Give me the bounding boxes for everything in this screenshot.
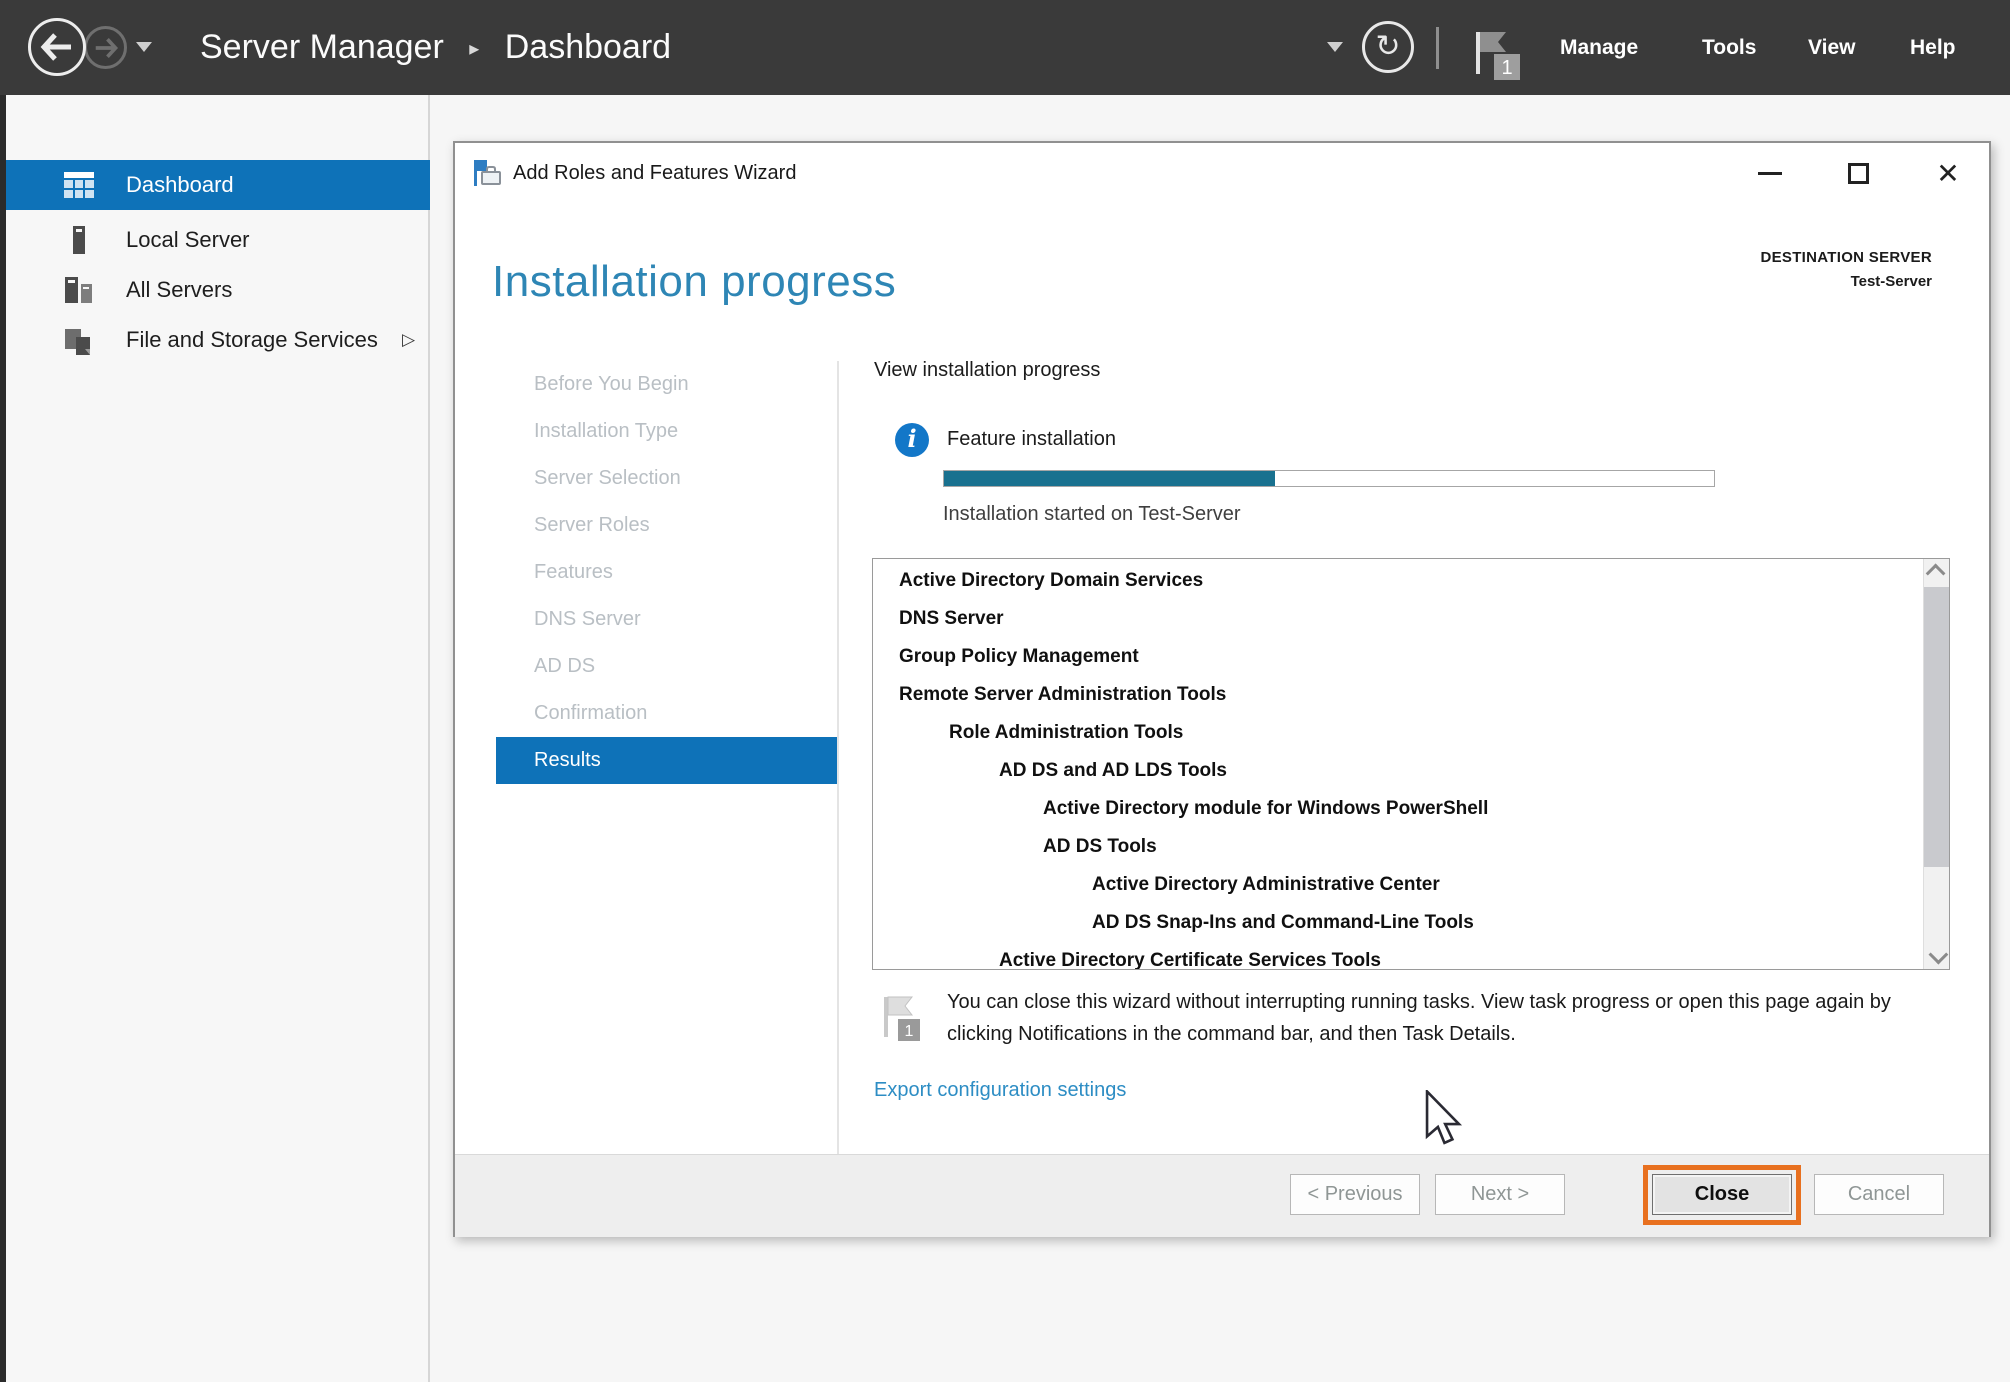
destination-server-block: DESTINATION SERVER Test-Server: [1760, 249, 1932, 290]
scrollbar-thumb[interactable]: [1924, 587, 1949, 867]
breadcrumb-page[interactable]: Dashboard: [505, 28, 671, 66]
chevron-down-icon: [1928, 945, 1948, 965]
close-button[interactable]: Close: [1652, 1174, 1792, 1215]
minimize-icon: [1758, 172, 1782, 175]
list-item: AD DS and AD LDS Tools: [873, 752, 1922, 790]
step-before-you-begin: Before You Begin: [496, 361, 837, 408]
list-item: DNS Server: [873, 600, 1922, 638]
wizard-app-icon: [473, 159, 501, 187]
list-item: Active Directory module for Windows Powe…: [873, 790, 1922, 828]
info-icon: i: [895, 423, 929, 457]
list-item: Role Administration Tools: [873, 714, 1922, 752]
refresh-icon: ↻: [1375, 23, 1400, 71]
note-text: You can close this wizard without interr…: [947, 986, 1932, 1050]
all-servers-icon: [64, 275, 94, 305]
back-arrow-icon: [40, 32, 74, 62]
installed-features-list[interactable]: Active Directory Domain Services DNS Ser…: [872, 558, 1950, 970]
maximize-icon: [1848, 163, 1869, 184]
sidebar-item-all-servers[interactable]: All Servers: [6, 265, 430, 315]
menu-help[interactable]: Help: [1910, 0, 1956, 95]
step-features: Features: [496, 549, 837, 596]
chevron-up-icon: [1925, 564, 1945, 584]
forward-arrow-icon: [93, 37, 119, 59]
destination-server-name: Test-Server: [1760, 273, 1932, 290]
close-icon: ✕: [1936, 157, 1959, 190]
steps-separator: [837, 361, 839, 1154]
maximize-button[interactable]: [1828, 143, 1888, 203]
breadcrumb-separator-icon: ▸: [469, 38, 479, 60]
notifications-flag-icon[interactable]: 1: [1468, 22, 1528, 82]
list-item: AD DS Tools: [873, 828, 1922, 866]
step-server-selection: Server Selection: [496, 455, 837, 502]
refresh-button[interactable]: ↻: [1362, 21, 1414, 73]
list-item: AD DS Snap-Ins and Command-Line Tools: [873, 904, 1922, 942]
breadcrumb-app[interactable]: Server Manager: [200, 28, 444, 66]
step-server-roles: Server Roles: [496, 502, 837, 549]
progress-status-text: Installation started on Test-Server: [943, 503, 1241, 526]
step-results[interactable]: Results: [496, 737, 837, 784]
scroll-up-button[interactable]: [1924, 559, 1949, 585]
list-item: Group Policy Management: [873, 638, 1922, 676]
list-item: Active Directory Administrative Center: [873, 866, 1922, 904]
sidebar-item-label: File and Storage Services: [126, 315, 378, 365]
progress-bar: [943, 470, 1715, 487]
local-server-icon: [64, 225, 94, 255]
dashboard-grid-icon: [64, 170, 94, 200]
nav-history-caret-icon[interactable]: [136, 42, 152, 52]
step-installation-type: Installation Type: [496, 408, 837, 455]
step-dns-server: DNS Server: [496, 596, 837, 643]
topbar: Server Manager ▸ Dashboard ↻ 1 Manage To…: [0, 0, 2010, 95]
cancel-button[interactable]: Cancel: [1814, 1174, 1944, 1215]
notification-flag-icon: 1: [878, 993, 924, 1053]
close-window-button[interactable]: ✕: [1918, 143, 1978, 203]
menu-view[interactable]: View: [1808, 0, 1855, 95]
task-label: Feature installation: [947, 428, 1116, 451]
sidebar-item-label: Local Server: [126, 215, 250, 265]
menu-manage[interactable]: Manage: [1560, 0, 1638, 95]
list-item: Active Directory Certificate Services To…: [873, 942, 1922, 970]
previous-button[interactable]: < Previous: [1290, 1174, 1420, 1215]
wizard-steps-nav: Before You Begin Installation Type Serve…: [496, 361, 837, 784]
file-storage-icon: [64, 325, 94, 355]
expand-arrow-icon[interactable]: ▷: [402, 315, 415, 365]
minimize-button[interactable]: [1740, 143, 1800, 203]
sidebar-item-file-storage-services[interactable]: File and Storage Services ▷: [6, 315, 430, 365]
page-title: Installation progress: [492, 257, 896, 307]
note-badge: 1: [905, 1023, 914, 1040]
breadcrumb: Server Manager ▸ Dashboard: [200, 0, 671, 95]
sidebar-item-label: All Servers: [126, 265, 232, 315]
dialog-title: Add Roles and Features Wizard: [513, 143, 796, 203]
notification-count-badge: 1: [1501, 57, 1512, 79]
sidebar: Dashboard Local Server All Servers File …: [6, 95, 430, 1382]
add-roles-features-wizard-dialog: Add Roles and Features Wizard ✕ Installa…: [453, 141, 1991, 1237]
back-button[interactable]: [28, 18, 86, 76]
progress-bar-fill: [944, 471, 1275, 486]
menu-tools[interactable]: Tools: [1702, 0, 1756, 95]
topbar-caret-icon[interactable]: [1327, 42, 1343, 52]
list-scrollbar[interactable]: [1923, 559, 1949, 969]
feature-rows: Active Directory Domain Services DNS Ser…: [873, 562, 1922, 970]
list-item: Active Directory Domain Services: [873, 562, 1922, 600]
export-configuration-settings-link[interactable]: Export configuration settings: [874, 1079, 1126, 1102]
next-button[interactable]: Next >: [1435, 1174, 1565, 1215]
sidebar-item-dashboard[interactable]: Dashboard: [6, 160, 430, 210]
topbar-divider: [1436, 27, 1439, 69]
sidebar-item-local-server[interactable]: Local Server: [6, 215, 430, 265]
section-title: View installation progress: [874, 359, 1100, 382]
list-item: Remote Server Administration Tools: [873, 676, 1922, 714]
sidebar-item-label: Dashboard: [126, 160, 234, 210]
forward-button[interactable]: [84, 26, 127, 69]
step-ad-ds: AD DS: [496, 643, 837, 690]
step-confirmation: Confirmation: [496, 690, 837, 737]
scroll-down-button[interactable]: [1924, 943, 1949, 969]
destination-server-label: DESTINATION SERVER: [1760, 249, 1932, 266]
dialog-titlebar[interactable]: Add Roles and Features Wizard ✕: [455, 143, 1989, 203]
